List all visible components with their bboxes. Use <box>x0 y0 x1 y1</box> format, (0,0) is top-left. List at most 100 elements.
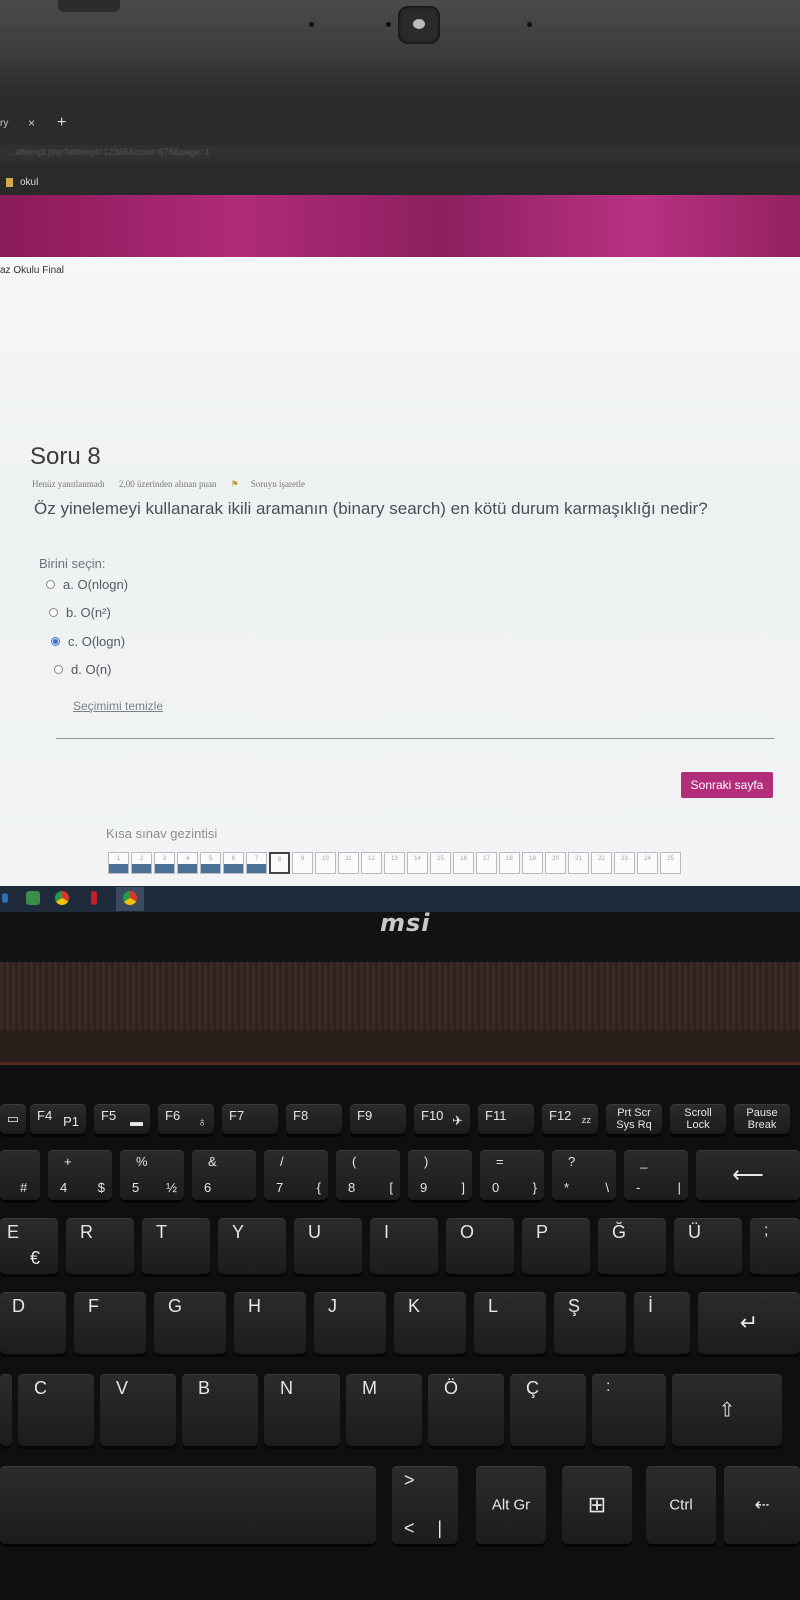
chrome-icon[interactable] <box>55 891 69 905</box>
chrome-icon[interactable] <box>123 891 137 905</box>
key-4[interactable]: +4 $ <box>48 1150 112 1200</box>
option-label[interactable]: b. O(n²) <box>66 605 111 620</box>
key-scroll-lock[interactable]: Scroll Lock <box>670 1104 726 1134</box>
start-icon[interactable] <box>2 893 8 903</box>
quiz-nav-item[interactable]: 18 <box>499 852 520 874</box>
url-text[interactable]: ...attempt.php?attempt=12345&cmid=678&pa… <box>8 147 210 157</box>
quiz-nav-item[interactable]: 9 <box>292 852 313 874</box>
key-3[interactable]: # <box>0 1150 40 1200</box>
app-icon[interactable] <box>26 891 40 905</box>
bookmark-folder[interactable]: okul <box>20 177 38 188</box>
key-less-greater[interactable]: > < | <box>392 1466 458 1544</box>
quiz-nav-item[interactable]: 8 <box>269 852 290 874</box>
key-pause[interactable]: Pause Break <box>734 1104 790 1134</box>
key-f12[interactable]: F12 ᶻᶻ <box>542 1104 598 1134</box>
key-k[interactable]: K <box>394 1292 466 1354</box>
quiz-nav-item[interactable]: 12 <box>361 852 382 874</box>
key-7[interactable]: / 7 { <box>264 1150 328 1200</box>
key-c-cedilla[interactable]: Ç <box>510 1374 586 1446</box>
app-icon[interactable] <box>91 891 97 905</box>
next-page-button[interactable]: Sonraki sayfa <box>681 772 773 798</box>
flag-icon[interactable]: ⚑ <box>231 479 239 489</box>
key-print-screen[interactable]: Prt Scr Sys Rq <box>606 1104 662 1134</box>
option-label[interactable]: d. O(n) <box>71 662 111 677</box>
key-l[interactable]: L <box>474 1292 546 1354</box>
key-o-umlaut[interactable]: Ö <box>428 1374 504 1446</box>
quiz-nav-item[interactable]: 23 <box>614 852 635 874</box>
key-f10[interactable]: F10 ✈ <box>414 1104 470 1134</box>
key-period[interactable]: : <box>592 1374 666 1446</box>
key-right-shift[interactable]: ⇧ <box>672 1374 782 1446</box>
quiz-nav-item[interactable]: 5 <box>200 852 221 874</box>
clear-selection-link[interactable]: Seçimimi temizle <box>73 699 163 713</box>
quiz-nav-item[interactable]: 2 <box>131 852 152 874</box>
option-d[interactable]: d. O(n) <box>54 662 111 677</box>
quiz-nav-item[interactable]: 10 <box>315 852 336 874</box>
key-f3[interactable]: ▭ <box>0 1104 26 1134</box>
option-label[interactable]: c. O(logn) <box>68 634 125 649</box>
quiz-nav-item[interactable]: 19 <box>522 852 543 874</box>
option-a[interactable]: a. O(nlogn) <box>46 577 128 592</box>
key-h[interactable]: H <box>234 1292 306 1354</box>
key-f8[interactable]: F8 <box>286 1104 342 1134</box>
key-f[interactable]: F <box>74 1292 146 1354</box>
key-f9[interactable]: F9 <box>350 1104 406 1134</box>
key-n[interactable]: N <box>264 1374 340 1446</box>
key-i-dot[interactable]: İ <box>634 1292 690 1354</box>
key-semicolon[interactable]: ; <box>750 1218 800 1274</box>
key-enter[interactable]: ↵ <box>698 1292 800 1354</box>
key-g[interactable]: G <box>154 1292 226 1354</box>
key-star[interactable]: ? * \ <box>552 1150 616 1200</box>
option-label[interactable]: a. O(nlogn) <box>63 577 128 592</box>
key-f11[interactable]: F11 <box>478 1104 534 1134</box>
quiz-nav-item[interactable]: 20 <box>545 852 566 874</box>
quiz-nav-item[interactable]: 14 <box>407 852 428 874</box>
key-space[interactable] <box>0 1466 376 1544</box>
quiz-nav-item[interactable]: 24 <box>637 852 658 874</box>
key-r[interactable]: R <box>66 1218 134 1274</box>
key-5[interactable]: % 5 ½ <box>120 1150 184 1200</box>
key-t[interactable]: T <box>142 1218 210 1274</box>
key-y[interactable]: Y <box>218 1218 286 1274</box>
key-d[interactable]: D <box>0 1292 66 1354</box>
quiz-nav-item[interactable]: 11 <box>338 852 359 874</box>
tab-close-icon[interactable]: × <box>28 116 35 130</box>
key-9[interactable]: ) 9] <box>408 1150 472 1200</box>
quiz-nav-item[interactable]: 25 <box>660 852 681 874</box>
quiz-nav-item[interactable]: 16 <box>453 852 474 874</box>
key-left-arrow[interactable]: ⇠ <box>724 1466 800 1544</box>
key-0[interactable]: = 0} <box>480 1150 544 1200</box>
quiz-nav-item[interactable]: 22 <box>591 852 612 874</box>
key-f5[interactable]: F5 ▬ <box>94 1104 150 1134</box>
flag-question[interactable]: ⚑ Soruyu işaretle <box>231 479 317 489</box>
quiz-nav-item[interactable]: 7 <box>246 852 267 874</box>
key-s-cedilla[interactable]: Ş <box>554 1292 626 1354</box>
key-f6[interactable]: F6 ♁ <box>158 1104 214 1134</box>
quiz-nav-item[interactable]: 15 <box>430 852 451 874</box>
key-i[interactable]: I <box>370 1218 438 1274</box>
key-m[interactable]: M <box>346 1374 422 1446</box>
quiz-nav-item[interactable]: 21 <box>568 852 589 874</box>
radio-button[interactable] <box>46 580 55 589</box>
quiz-nav-item[interactable]: 17 <box>476 852 497 874</box>
quiz-nav-item[interactable]: 4 <box>177 852 198 874</box>
radio-button-selected[interactable] <box>51 637 60 646</box>
option-c[interactable]: c. O(logn) <box>51 634 125 649</box>
key-6[interactable]: & 6 <box>192 1150 256 1200</box>
new-tab-button[interactable]: + <box>57 114 66 132</box>
browser-tab-title[interactable]: ry <box>0 118 8 129</box>
key-v[interactable]: V <box>100 1374 176 1446</box>
folder-icon[interactable] <box>6 178 13 187</box>
key-e[interactable]: E € <box>0 1218 58 1274</box>
key-o[interactable]: O <box>446 1218 514 1274</box>
key-j[interactable]: J <box>314 1292 386 1354</box>
key-u-umlaut[interactable]: Ü <box>674 1218 742 1274</box>
key-alt-gr[interactable]: Alt Gr <box>476 1466 546 1544</box>
radio-button[interactable] <box>54 665 63 674</box>
quiz-nav-item[interactable]: 6 <box>223 852 244 874</box>
key-f7[interactable]: F7 <box>222 1104 278 1134</box>
option-b[interactable]: b. O(n²) <box>49 605 111 620</box>
key-c[interactable]: C <box>18 1374 94 1446</box>
key-backspace[interactable]: ⟵ <box>696 1150 800 1200</box>
key-z[interactable] <box>0 1374 12 1446</box>
